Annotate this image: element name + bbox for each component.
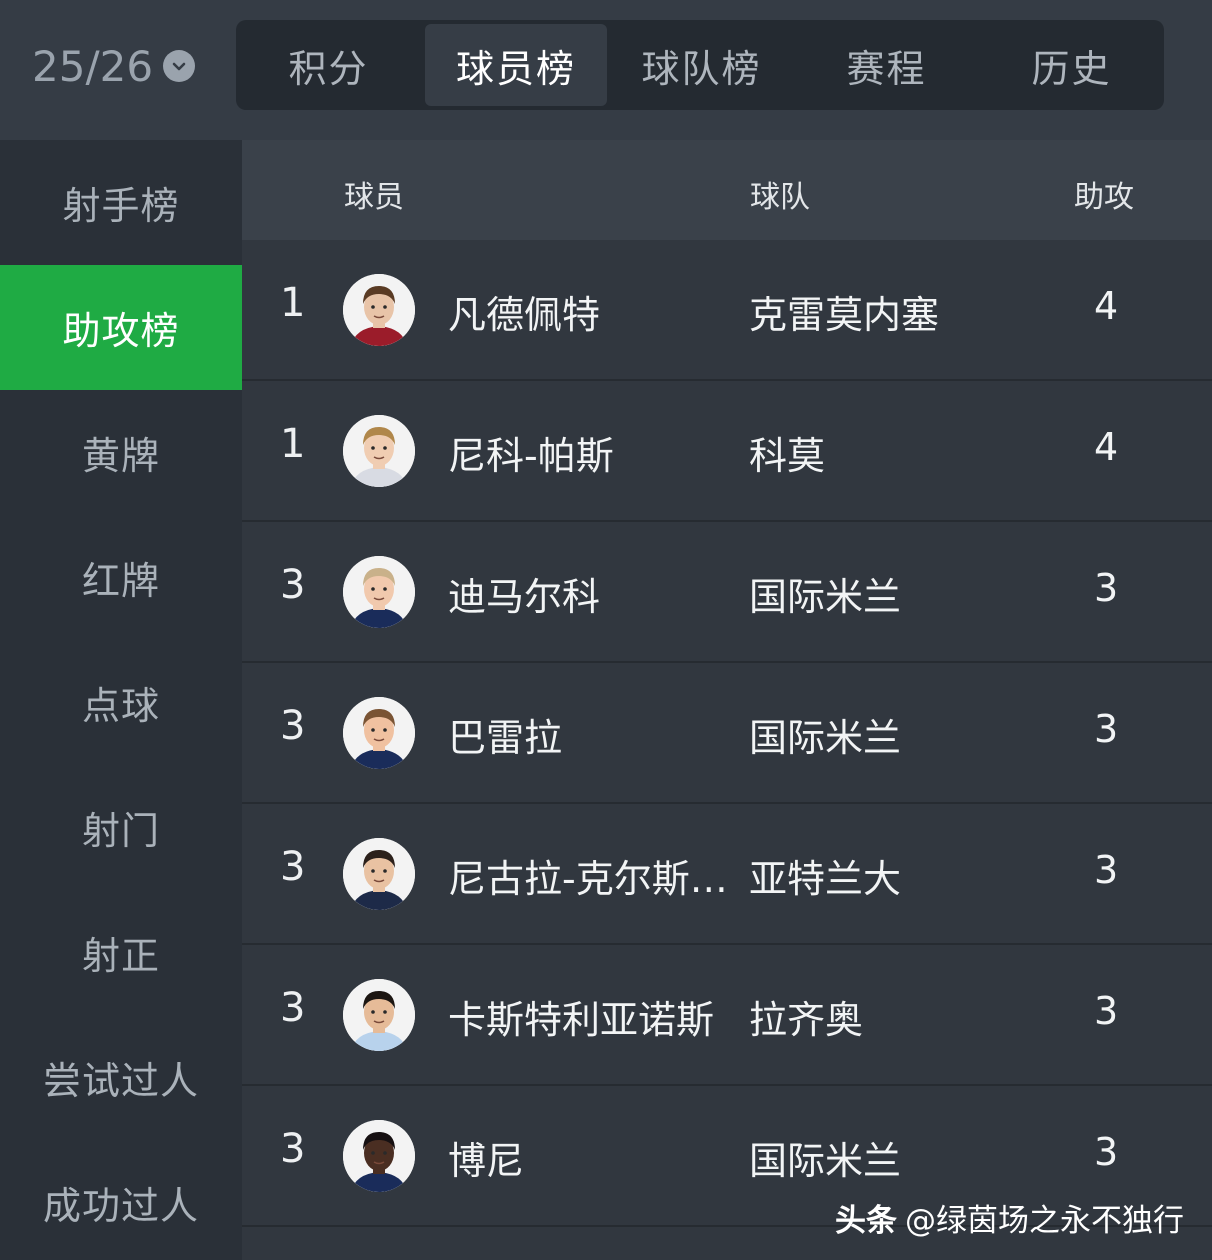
category-sidebar: 射手榜 助攻榜 黄牌 红牌 点球 射门 射正 尝试过人 成功过人 (0, 140, 242, 1260)
player-name[interactable]: 卡斯特利亚诺斯 (448, 989, 748, 1044)
avatar (343, 1120, 415, 1192)
sidebar-item-top-scorers[interactable]: 射手榜 (0, 140, 242, 265)
tab-standings[interactable]: 积分 (236, 20, 421, 110)
sidebar-item-shots-on-target[interactable]: 射正 (0, 890, 242, 1015)
avatar (343, 415, 415, 487)
column-header-player: 球员 (344, 180, 404, 215)
player-name[interactable]: 博尼 (448, 1130, 748, 1185)
assists-value: 3 (1094, 1130, 1119, 1174)
team-name[interactable]: 拉齐奥 (749, 989, 863, 1044)
sidebar-item-penalties[interactable]: 点球 (0, 640, 242, 765)
table-header: 球员 球队 助攻 (242, 140, 1212, 240)
tab-schedule[interactable]: 赛程 (794, 20, 979, 110)
team-name[interactable]: 国际米兰 (749, 707, 901, 762)
team-name[interactable]: 亚特兰大 (749, 848, 901, 903)
assists-value: 4 (1094, 284, 1119, 328)
player-name[interactable]: 尼古拉-克尔斯托维奇 (448, 848, 748, 903)
tab-history[interactable]: 历史 (979, 20, 1164, 110)
season-label: 25/26 (32, 41, 154, 91)
avatar (343, 274, 415, 346)
player-name[interactable]: 巴雷拉 (448, 707, 748, 762)
sidebar-item-yellow-cards[interactable]: 黄牌 (0, 390, 242, 515)
player-name[interactable]: 尼科-帕斯 (448, 425, 748, 480)
table-row[interactable]: 1 尼科-帕斯 科莫 4 (242, 381, 1212, 522)
avatar (343, 556, 415, 628)
column-header-team: 球队 (750, 180, 810, 215)
table-row[interactable]: 1 凡德佩特 克雷莫内塞 4 (242, 240, 1212, 381)
chevron-down-icon (163, 50, 196, 82)
season-selector[interactable]: 25/26 (32, 38, 196, 94)
header: 25/26 积分 球员榜 球队榜 赛程 历史 (0, 0, 1212, 140)
rank-cell: 3 (280, 1126, 306, 1172)
sidebar-item-shots[interactable]: 射门 (0, 765, 242, 890)
assists-value: 3 (1094, 707, 1119, 751)
watermark-credit: 头条 @绿茵场之永不独行 (835, 1195, 1184, 1240)
avatar (343, 979, 415, 1051)
assists-value: 4 (1094, 425, 1119, 469)
sidebar-item-dribbles-attempted[interactable]: 尝试过人 (0, 1015, 242, 1140)
table-row[interactable]: 3 巴雷拉 国际米兰 3 (242, 663, 1212, 804)
team-name[interactable]: 国际米兰 (749, 566, 901, 621)
rank-cell: 1 (280, 280, 306, 326)
sidebar-item-dribbles-successful[interactable]: 成功过人 (0, 1140, 242, 1260)
rank-cell: 1 (280, 421, 306, 467)
assists-value: 3 (1094, 989, 1119, 1033)
tab-team-rankings[interactable]: 球队榜 (609, 20, 794, 110)
avatar (343, 838, 415, 910)
player-name[interactable]: 迪马尔科 (448, 566, 748, 621)
table-body: 1 凡德佩特 克雷莫内塞 4 1 尼科-帕斯 科莫 4 3 迪马尔科 国际米兰 3 3 巴雷拉 国际米兰 3 3… (242, 240, 1212, 1227)
tab-player-rankings[interactable]: 球员榜 (425, 24, 607, 106)
assists-value: 3 (1094, 848, 1119, 892)
assists-value: 3 (1094, 566, 1119, 610)
column-header-assists: 助攻 (1074, 180, 1134, 215)
rank-cell: 3 (280, 985, 306, 1031)
team-name[interactable]: 国际米兰 (749, 1130, 901, 1185)
main-tabs: 积分 球员榜 球队榜 赛程 历史 (236, 20, 1164, 110)
table-row[interactable]: 3 迪马尔科 国际米兰 3 (242, 522, 1212, 663)
stats-app: 25/26 积分 球员榜 球队榜 赛程 历史 射手榜 助攻榜 黄牌 红牌 点球 … (0, 0, 1212, 1260)
player-name[interactable]: 凡德佩特 (448, 284, 748, 339)
credit-brand: 头条 (835, 1203, 897, 1239)
team-name[interactable]: 克雷莫内塞 (749, 284, 939, 339)
rank-cell: 3 (280, 703, 306, 749)
rank-cell: 3 (280, 844, 306, 890)
table-row[interactable]: 3 尼古拉-克尔斯托维奇亚特兰大 3 (242, 804, 1212, 945)
avatar (343, 697, 415, 769)
sidebar-item-assists[interactable]: 助攻榜 (0, 265, 242, 390)
team-name[interactable]: 科莫 (749, 425, 825, 480)
sidebar-item-red-cards[interactable]: 红牌 (0, 515, 242, 640)
credit-text: @绿茵场之永不独行 (905, 1203, 1184, 1239)
table-row[interactable]: 3 卡斯特利亚诺斯 拉齐奥 3 (242, 945, 1212, 1086)
rank-cell: 3 (280, 562, 306, 608)
assist-rankings-table: 球员 球队 助攻 1 凡德佩特 克雷莫内塞 4 1 尼科-帕斯 科莫 4 3 迪马尔科 国际米兰 3 3… (242, 140, 1212, 1260)
